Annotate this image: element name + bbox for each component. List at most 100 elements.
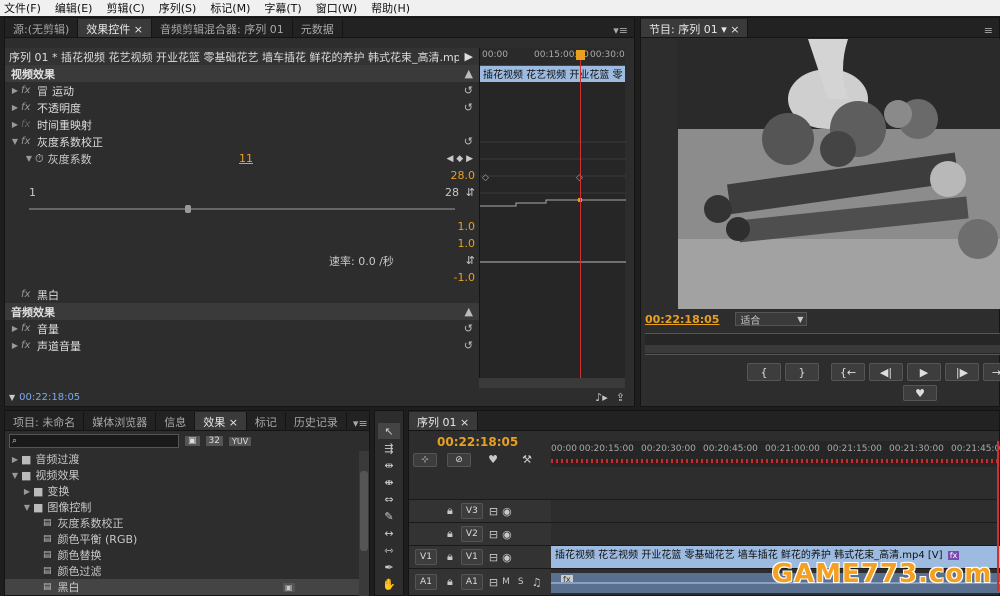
source-patch-a1[interactable]: A1: [415, 574, 437, 590]
playhead-line[interactable]: [580, 50, 581, 383]
go-to-out-button[interactable]: →}: [983, 363, 1000, 381]
reset-icon[interactable]: ↺: [464, 101, 473, 114]
eye-icon[interactable]: ◉: [502, 528, 512, 541]
tree-item-gamma-correction[interactable]: ▤ 灰度系数校正: [5, 515, 359, 531]
collapse-up-icon[interactable]: ▲: [465, 305, 473, 318]
stopwatch-icon[interactable]: ⏱: [35, 152, 44, 166]
accelerated-effects-icon[interactable]: ▣: [185, 436, 200, 446]
tab-sequence[interactable]: 序列 01 ×: [409, 412, 479, 430]
rolling-edit-tool-icon[interactable]: ⇼: [378, 474, 400, 490]
gamma-slider-handle[interactable]: [185, 205, 191, 213]
menu-clip[interactable]: 剪辑(C): [106, 0, 144, 16]
filter-icon[interactable]: ▼: [9, 393, 15, 402]
slip-tool-icon[interactable]: ↔: [378, 525, 400, 541]
yuv-effects-icon[interactable]: YUV: [228, 436, 252, 446]
tree-item-color-pass[interactable]: ▤ 颜色过滤: [5, 563, 359, 579]
tab-source[interactable]: 源:(无剪辑): [5, 19, 79, 37]
playhead-marker[interactable]: [997, 441, 999, 591]
graph-toggle-icon[interactable]: ⇵: [466, 254, 475, 267]
show-timeline-arrow-icon[interactable]: ▶: [465, 50, 473, 63]
tree-item-audio-transitions[interactable]: ▶ ■ 音频过渡: [5, 451, 359, 467]
rate-stretch-tool-icon[interactable]: ⇔: [378, 491, 400, 507]
toggle-sync-lock-icon[interactable]: ⊟: [489, 505, 498, 518]
mute-button[interactable]: M: [502, 577, 510, 587]
fx-icon[interactable]: fx: [21, 323, 37, 334]
tab-markers[interactable]: 标记: [247, 412, 286, 430]
track-target-v2[interactable]: V2: [460, 526, 483, 542]
expand-triangle-icon[interactable]: ▶: [9, 455, 21, 464]
program-timeline-ruler[interactable]: [645, 333, 1000, 355]
track-select-tool-icon[interactable]: ⇶: [378, 440, 400, 456]
wrench-icon[interactable]: ⚒: [515, 453, 539, 467]
gamma-slider-track[interactable]: [29, 208, 455, 210]
32bit-effects-icon[interactable]: 32: [205, 436, 223, 446]
step-forward-button[interactable]: |▶: [945, 363, 979, 381]
timeline-ruler[interactable]: 00:00 00:20:15:00 00:20:30:00 00:20:45:0…: [551, 441, 1000, 467]
toggle-sync-lock-icon[interactable]: ⊟: [489, 528, 498, 541]
program-video-frame[interactable]: [678, 39, 1000, 309]
fit-dropdown[interactable]: 适合 ▼: [735, 312, 808, 327]
menu-marker[interactable]: 标记(M): [210, 0, 250, 16]
reset-icon[interactable]: ↺: [464, 322, 473, 335]
tree-item-color-balance[interactable]: ▤ 颜色平衡 (RGB): [5, 531, 359, 547]
track-target-v3[interactable]: V3: [460, 503, 483, 519]
menu-sequence[interactable]: 序列(S): [159, 0, 197, 16]
tab-audio-clip-mixer[interactable]: 音频剪辑混合器: 序列 01: [152, 19, 293, 37]
mark-out-button[interactable]: }: [785, 363, 819, 381]
collapse-triangle-icon[interactable]: ▼: [23, 154, 35, 163]
graph-toggle-icon[interactable]: ⇵: [466, 186, 475, 199]
expand-triangle-icon[interactable]: ▶: [9, 120, 21, 129]
fx-icon[interactable]: fx: [21, 102, 37, 113]
audio-scrub-icon[interactable]: ♪▸: [595, 391, 608, 404]
tree-item-color-replace[interactable]: ▤ 颜色替换: [5, 547, 359, 563]
expand-triangle-icon[interactable]: ▶: [9, 341, 21, 350]
fx-icon[interactable]: fx: [21, 340, 37, 351]
eye-icon[interactable]: ◉: [502, 551, 512, 564]
ripple-edit-tool-icon[interactable]: ⇹: [378, 457, 400, 473]
gamma-value[interactable]: 11: [239, 152, 253, 165]
selection-tool-icon[interactable]: ↖: [378, 423, 400, 439]
mark-in-button[interactable]: {: [747, 363, 781, 381]
work-area-bar[interactable]: [551, 459, 1000, 463]
program-scroll-bar[interactable]: [645, 345, 1000, 353]
track-target-v1[interactable]: V1: [460, 549, 483, 565]
effect-row-opacity[interactable]: ▶ fx 不透明度 ↺: [5, 99, 479, 116]
snap-icon[interactable]: ⊹: [413, 453, 437, 467]
mini-clip-bar[interactable]: 插花视频 花艺视频 开业花篮 零: [480, 66, 625, 82]
effect-row-channel-volume[interactable]: ▶ fx 声道音量 ↺: [5, 337, 479, 354]
pen-tool-icon[interactable]: ✒: [378, 559, 400, 575]
effects-search-input[interactable]: ⌕: [9, 434, 179, 448]
playhead-head-icon[interactable]: [576, 50, 585, 60]
effect-row-motion[interactable]: ▶ fx 冒 运动 ↺: [5, 82, 479, 99]
panel-menu-icon[interactable]: ▾≡: [607, 24, 634, 37]
source-patch-v1[interactable]: V1: [415, 549, 437, 565]
menu-title[interactable]: 字幕(T): [264, 0, 301, 16]
track-target-a1[interactable]: A1: [460, 574, 483, 590]
tab-project[interactable]: 项目: 未命名: [5, 412, 85, 430]
fx-icon[interactable]: fx: [21, 136, 37, 147]
lock-icon[interactable]: 🔒︎: [447, 527, 453, 541]
fx-icon[interactable]: fx: [21, 85, 37, 96]
export-icon[interactable]: ⇪: [616, 391, 625, 404]
lock-icon[interactable]: 🔒︎: [447, 575, 453, 589]
hand-tool-icon[interactable]: ✋: [378, 576, 400, 592]
reset-icon[interactable]: ↺: [464, 135, 473, 148]
scrollbar-thumb[interactable]: [360, 471, 368, 551]
mic-icon[interactable]: ♫: [532, 576, 542, 589]
razor-tool-icon[interactable]: ✎: [378, 508, 400, 524]
mini-scrollbar[interactable]: [479, 378, 625, 388]
play-button[interactable]: ▶: [907, 363, 941, 381]
add-marker-button[interactable]: ♥: [903, 385, 937, 401]
expand-triangle-icon[interactable]: ▶: [9, 103, 21, 112]
collapse-triangle-icon[interactable]: ▼: [9, 471, 21, 480]
panel-menu-icon[interactable]: ≡: [978, 24, 999, 37]
lock-icon[interactable]: 🔒︎: [447, 550, 453, 564]
collapse-triangle-icon[interactable]: ▼: [9, 137, 21, 146]
tab-metadata[interactable]: 元数据: [293, 19, 343, 37]
menu-window[interactable]: 窗口(W): [316, 0, 357, 16]
toggle-sync-lock-icon[interactable]: ⊟: [489, 576, 498, 589]
collapse-triangle-icon[interactable]: ▼: [21, 503, 33, 512]
eye-icon[interactable]: ◉: [502, 505, 512, 518]
tree-item-video-effects[interactable]: ▼ ■ 视频效果: [5, 467, 359, 483]
menu-file[interactable]: 文件(F): [4, 0, 41, 16]
